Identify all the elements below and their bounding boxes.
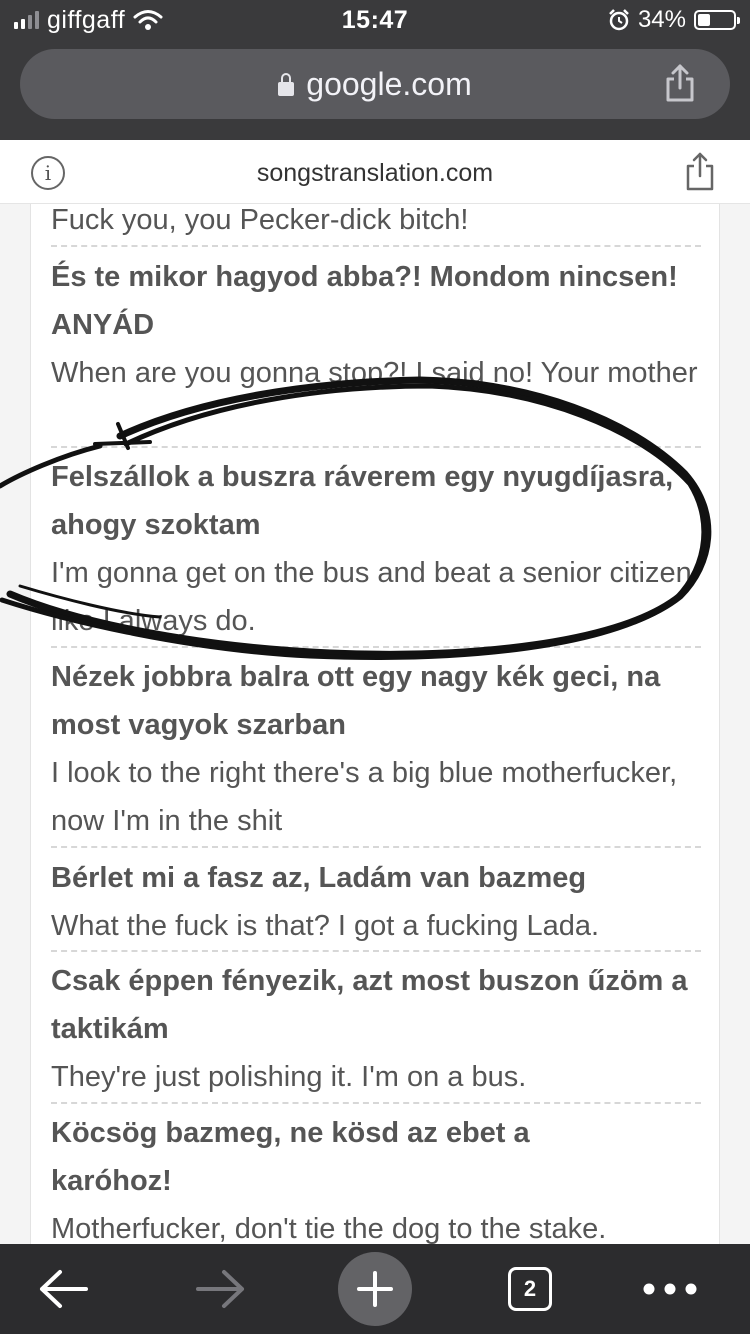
battery-icon <box>694 10 740 30</box>
english-line: They're just polishing it. I'm on a bus. <box>51 1061 527 1093</box>
hungarian-line: Felszállok a buszra ráverem egy nyugdíja… <box>51 461 674 541</box>
divider <box>51 446 701 448</box>
share-icon[interactable] <box>658 62 702 106</box>
hungarian-line: Köcsög bazmeg, ne kösd az ebet a karóhoz… <box>51 1117 530 1197</box>
lyric-entry: Bérlet mi a fasz az, Ladám van bazmeg Wh… <box>51 854 701 950</box>
lyrics-card: Fuck you, you Pecker-dick bitch! És te m… <box>30 204 720 1244</box>
divider <box>51 950 701 952</box>
english-line: What the fuck is that? I got a fucking L… <box>51 910 600 942</box>
more-dots-icon <box>643 1283 697 1295</box>
english-line: When are you gonna stop?! I said no! You… <box>51 357 698 389</box>
lyric-entry: Csak éppen fényezik, azt most buszon űzö… <box>51 957 701 1101</box>
tabs-button[interactable]: 2 <box>505 1244 555 1334</box>
english-line: Motherfucker, don't tie the dog to the s… <box>51 1213 607 1244</box>
lock-icon <box>278 73 295 96</box>
english-line: I'm gonna get on the bus and beat a seni… <box>51 557 692 637</box>
amp-domain[interactable]: songstranslation.com <box>0 140 750 206</box>
hungarian-line: Bérlet mi a fasz az, Ladám van bazmeg <box>51 862 587 894</box>
battery-percent: 34% <box>637 6 686 33</box>
english-line: Fuck you, you Pecker-dick bitch! <box>51 204 469 236</box>
divider <box>51 646 701 648</box>
hungarian-line: Nézek jobbra balra ott egy nagy kék geci… <box>51 661 661 741</box>
browser-url-bar: google.com <box>0 40 750 140</box>
new-tab-button[interactable] <box>338 1244 412 1334</box>
status-bar: giffgaff 15:47 34% <box>0 0 750 40</box>
forward-button[interactable] <box>190 1244 250 1334</box>
lyric-entry: Fuck you, you Pecker-dick bitch! <box>51 204 701 244</box>
hungarian-line: És te mikor hagyod abba?! Mondom nincsen… <box>51 261 678 341</box>
url-text: google.com <box>306 66 472 102</box>
back-arrow-icon <box>40 1270 88 1308</box>
english-line: I look to the right there's a big blue m… <box>51 757 678 837</box>
page-content[interactable]: Fuck you, you Pecker-dick bitch! És te m… <box>0 204 750 1244</box>
amp-header: i songstranslation.com <box>0 140 750 204</box>
alarm-icon <box>609 9 629 31</box>
tab-count: 2 <box>508 1267 552 1311</box>
plus-icon <box>338 1252 412 1326</box>
menu-button[interactable] <box>640 1244 700 1334</box>
hungarian-line: Csak éppen fényezik, azt most buszon űzö… <box>51 965 688 1045</box>
share-icon[interactable] <box>682 152 718 192</box>
lyric-entry: És te mikor hagyod abba?! Mondom nincsen… <box>51 253 701 397</box>
divider <box>51 846 701 848</box>
lyric-entry: Köcsög bazmeg, ne kösd az ebet a karóhoz… <box>51 1109 701 1244</box>
lyric-entry: Felszállok a buszra ráverem egy nyugdíja… <box>51 453 701 645</box>
divider <box>51 245 701 247</box>
back-button[interactable] <box>34 1244 94 1334</box>
url-field[interactable]: google.com <box>20 49 730 119</box>
lyric-entry: Nézek jobbra balra ott egy nagy kék geci… <box>51 653 701 845</box>
divider <box>51 1102 701 1104</box>
forward-arrow-icon <box>196 1270 244 1308</box>
browser-toolbar: 2 <box>0 1244 750 1334</box>
